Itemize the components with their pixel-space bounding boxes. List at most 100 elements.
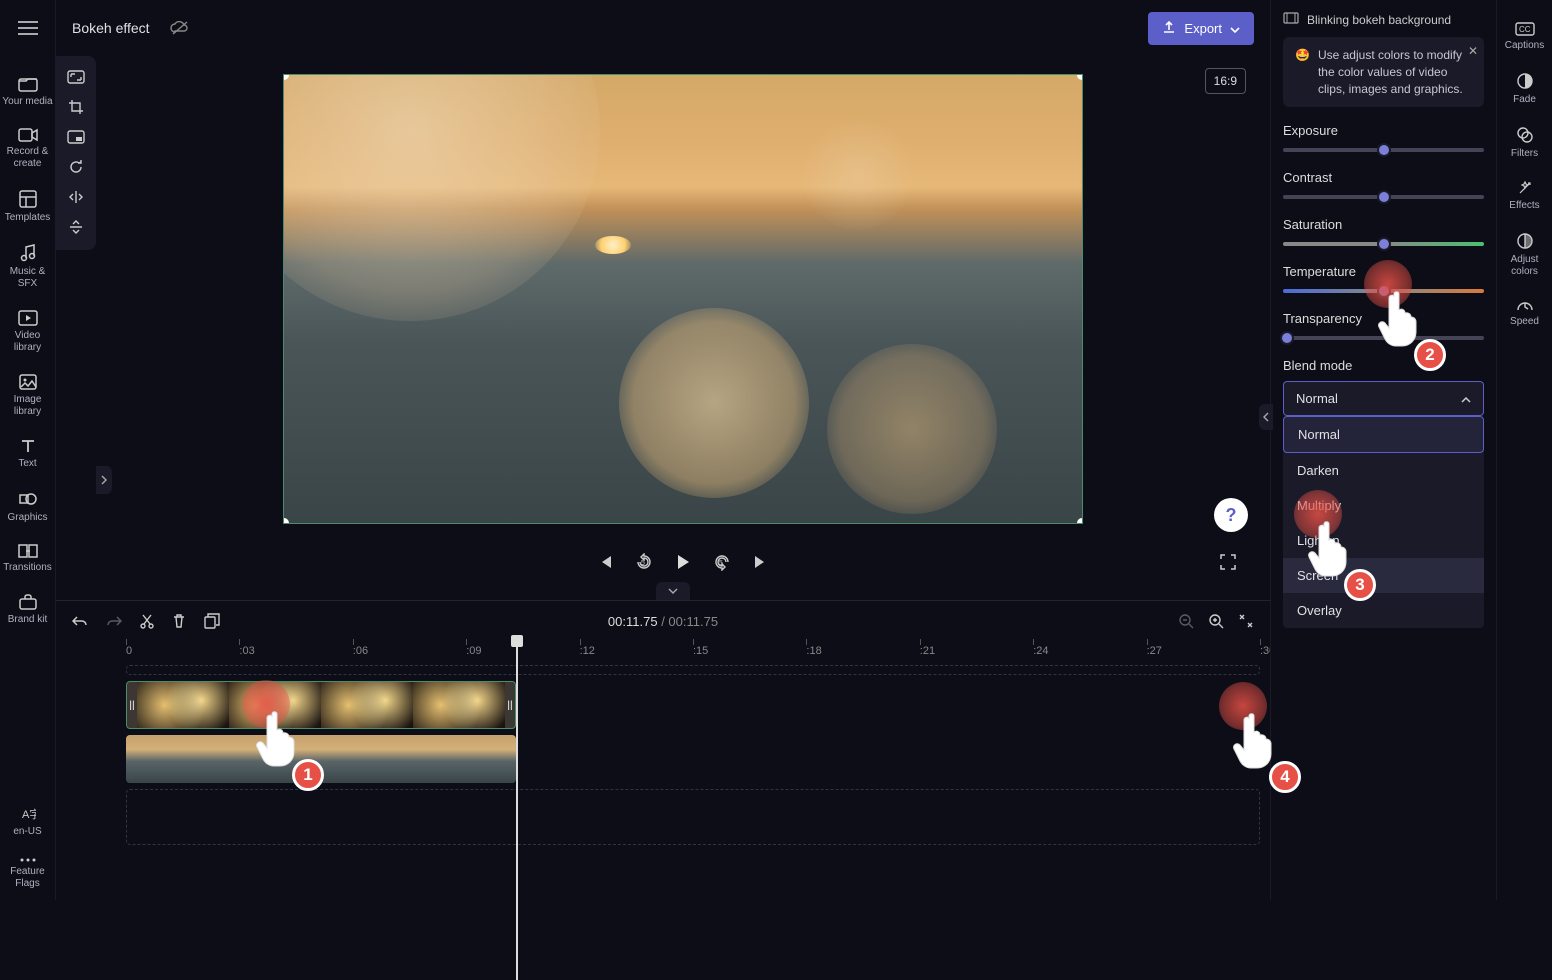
sidebar-item-record-create[interactable]: Record & create <box>0 118 56 180</box>
selection-handle-br[interactable] <box>1077 518 1083 524</box>
selection-handle-bl[interactable] <box>283 518 289 524</box>
fit-tool[interactable] <box>56 62 96 92</box>
timeline-ruler[interactable]: 0 :03 :06 :09 :12 :15 :18 :21 :24 :27 :3… <box>126 641 1260 665</box>
contrast-slider[interactable] <box>1283 195 1484 199</box>
playback-controls: 5 5 <box>108 542 1258 582</box>
split-button[interactable] <box>140 613 154 629</box>
clip-thumbnail <box>321 682 413 728</box>
dots-icon <box>20 858 36 862</box>
temperature-slider[interactable] <box>1283 289 1484 293</box>
sidebar-item-feature-flags[interactable]: Feature Flags <box>0 848 56 900</box>
aspect-ratio-badge[interactable]: 16:9 <box>1205 68 1246 94</box>
blend-option-lighten[interactable]: Lighten <box>1283 523 1484 558</box>
preview-wrap: 16:9 ? 5 5 <box>96 56 1270 600</box>
sidebar-item-image-library[interactable]: Image library <box>0 364 56 428</box>
contrast-label: Contrast <box>1283 170 1484 185</box>
clip-handle-right[interactable]: || <box>505 682 515 728</box>
tip-close-button[interactable]: ✕ <box>1468 43 1478 60</box>
right-rail: CC Captions Fade Filters Effects Adjust … <box>1496 0 1552 900</box>
transparency-slider[interactable] <box>1283 336 1484 340</box>
sidebar-item-brand-kit[interactable]: Brand kit <box>0 584 56 636</box>
preview-canvas[interactable] <box>283 74 1083 524</box>
exposure-slider[interactable] <box>1283 148 1484 152</box>
blend-option-multiply[interactable]: Multiply <box>1283 488 1484 523</box>
play-button[interactable] <box>675 553 691 571</box>
sidebar-label: Brand kit <box>8 614 47 626</box>
blend-option-normal[interactable]: Normal <box>1283 416 1484 453</box>
redo-button[interactable] <box>106 614 122 628</box>
selection-handle-tr[interactable] <box>1077 74 1083 80</box>
canvas-tools <box>56 56 96 250</box>
help-button[interactable]: ? <box>1214 498 1248 532</box>
transparency-label: Transparency <box>1283 311 1484 326</box>
forward-5s-button[interactable]: 5 <box>713 553 731 571</box>
clip-icon <box>1283 12 1299 27</box>
flip-vertical-tool[interactable] <box>56 212 96 242</box>
clip-bokeh[interactable]: || || <box>126 681 516 729</box>
zoom-fit-button[interactable] <box>1238 613 1254 629</box>
rail-item-captions[interactable]: CC Captions <box>1497 12 1552 62</box>
sidebar-label: Record & create <box>2 146 54 170</box>
crop-tool[interactable] <box>56 92 96 122</box>
saturation-slider[interactable] <box>1283 242 1484 246</box>
track-add-above[interactable] <box>126 665 1260 675</box>
blend-option-screen[interactable]: Screen <box>1283 558 1484 593</box>
preview-content <box>803 120 913 230</box>
clip-sunset[interactable] <box>126 735 516 783</box>
svg-text:CC: CC <box>1519 25 1531 34</box>
fullscreen-button[interactable] <box>1220 554 1236 570</box>
collapse-props-handle[interactable] <box>1259 404 1273 430</box>
rewind-5s-button[interactable]: 5 <box>635 553 653 571</box>
globe-icon: A字 <box>20 806 36 822</box>
folder-icon <box>18 76 38 92</box>
sidebar-item-video-library[interactable]: Video library <box>0 300 56 364</box>
sidebar-item-text[interactable]: Text <box>0 428 56 480</box>
collapse-timeline-handle[interactable] <box>656 582 690 600</box>
sidebar-item-music-sfx[interactable]: Music & SFX <box>0 234 56 300</box>
transitions-icon <box>18 544 38 558</box>
rail-item-fade[interactable]: Fade <box>1497 62 1552 116</box>
track-add-below[interactable] <box>126 789 1260 845</box>
rotate-tool[interactable] <box>56 152 96 182</box>
cloud-sync-icon[interactable] <box>170 21 190 35</box>
left-sidebar: Your media Record & create Templates Mus… <box>0 0 56 900</box>
rail-item-speed[interactable]: Speed <box>1497 288 1552 338</box>
blend-option-overlay[interactable]: Overlay <box>1283 593 1484 628</box>
rail-label: Effects <box>1509 200 1539 212</box>
text-icon <box>20 438 36 454</box>
sidebar-item-transitions[interactable]: Transitions <box>0 534 56 584</box>
properties-panel: Blinking bokeh background 🤩 Use adjust c… <box>1270 0 1496 900</box>
ruler-tick: :06 <box>353 645 368 657</box>
zoom-in-button[interactable] <box>1208 613 1224 629</box>
pip-tool[interactable] <box>56 122 96 152</box>
rail-item-effects[interactable]: Effects <box>1497 170 1552 222</box>
brand-kit-icon <box>19 594 37 610</box>
duplicate-button[interactable] <box>204 613 220 629</box>
video-library-icon <box>18 310 38 326</box>
speed-icon <box>1516 298 1534 312</box>
blend-mode-dropdown[interactable]: Normal <box>1283 381 1484 416</box>
sidebar-item-locale[interactable]: A字 en-US <box>0 796 56 848</box>
sidebar-item-your-media[interactable]: Your media <box>0 66 56 118</box>
project-name[interactable]: Bokeh effect <box>72 20 150 36</box>
blend-mode-value: Normal <box>1296 391 1338 406</box>
undo-button[interactable] <box>72 614 88 628</box>
export-button[interactable]: Export <box>1148 12 1254 45</box>
zoom-out-button[interactable] <box>1178 613 1194 629</box>
rail-item-filters[interactable]: Filters <box>1497 116 1552 170</box>
skip-back-button[interactable] <box>597 554 613 570</box>
sidebar-item-graphics[interactable]: Graphics <box>0 480 56 534</box>
delete-button[interactable] <box>172 613 186 629</box>
temperature-label: Temperature <box>1283 264 1484 279</box>
clip-handle-left[interactable]: || <box>127 682 137 728</box>
rail-item-adjust-colors[interactable]: Adjust colors <box>1497 222 1552 288</box>
blend-mode-label: Blend mode <box>1283 358 1484 373</box>
hamburger-menu[interactable] <box>8 8 48 48</box>
tracks: || || <box>126 665 1260 900</box>
sidebar-item-templates[interactable]: Templates <box>0 180 56 234</box>
sidebar-label: Feature Flags <box>2 866 54 890</box>
flip-horizontal-tool[interactable] <box>56 182 96 212</box>
blend-option-darken[interactable]: Darken <box>1283 453 1484 488</box>
captions-icon: CC <box>1515 22 1535 36</box>
skip-forward-button[interactable] <box>753 554 769 570</box>
